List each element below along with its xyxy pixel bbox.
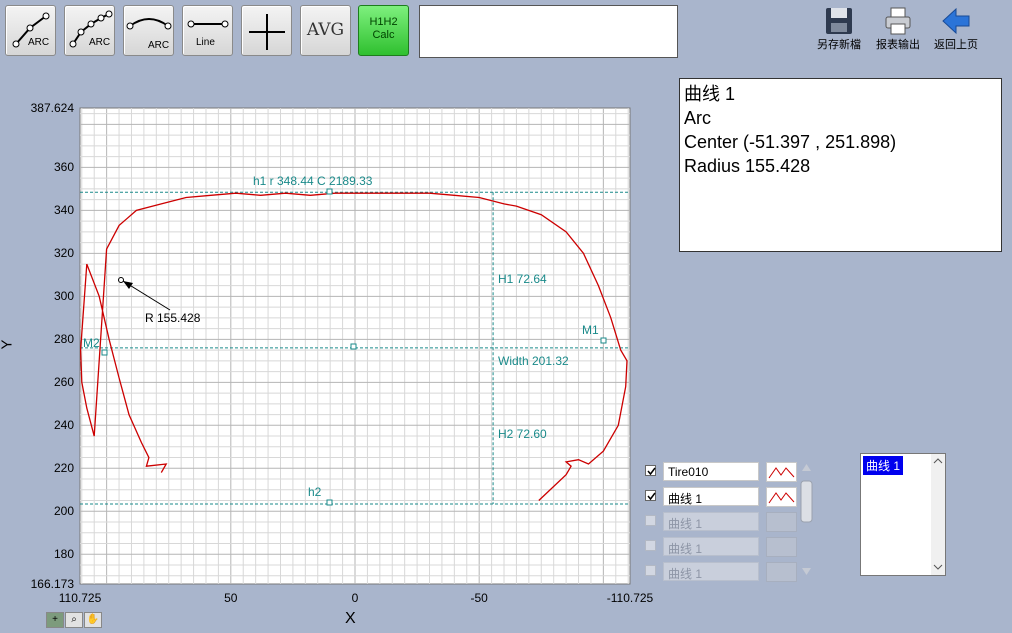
zoom-tool-icon[interactable]: ⌕ [65,612,83,628]
cursor-tool-icon[interactable]: + [46,612,64,628]
report-export-label: 报表输出 [876,39,920,51]
legend-name: 曲线 1 [663,512,759,531]
legend-scrollbar[interactable] [800,462,813,578]
legend-scrollbar-graphic [800,464,813,575]
legend-name: Tire010 [663,462,759,481]
h1-marker[interactable] [326,188,333,195]
h2-marker[interactable] [326,499,333,506]
listbox-scrollbar[interactable] [931,454,945,575]
back-label: 返回上页 [934,39,978,51]
legend-name: 曲线 1 [663,562,759,581]
curve-info-panel: 曲线 1 Arc Center (-51.397 , 251.898) Radi… [679,78,1002,252]
curve-listbox[interactable]: 曲线 1 [860,453,946,576]
graph-palette: + ⌕ ✋ [46,611,103,628]
info-radius: Radius 155.428 [684,156,811,176]
legend-checkbox[interactable] [645,515,656,526]
legend-plot-swatch[interactable] [766,462,797,482]
legend-checkbox[interactable] [645,490,656,501]
list-item-selected[interactable]: 曲线 1 [863,456,904,475]
pan-tool-icon[interactable]: ✋ [84,612,102,628]
legend-plot-swatch[interactable] [766,487,797,507]
center-marker[interactable] [350,343,357,350]
info-curve-type: Arc [684,108,711,128]
legend-checkbox[interactable] [645,540,656,551]
legend-plot-swatch[interactable] [766,537,797,557]
radius-annotation: R 155.428 [145,311,201,325]
plot-area[interactable]: h1 r 348.44 C 2189.33 h2 H1 72.64 H2 72.… [0,0,640,600]
legend-checkbox[interactable] [645,465,656,476]
info-center: Center (-51.397 , 251.898) [684,132,897,152]
legend-plot-swatch[interactable] [766,562,797,582]
save-icon [826,8,852,34]
legend-name: 曲线 1 [663,487,759,506]
printer-icon [885,7,911,35]
legend-checkbox[interactable] [645,565,656,576]
M2-marker[interactable] [101,349,108,356]
back-arrow-icon [942,7,970,35]
save-new-label: 另存新檔 [817,39,861,51]
x-axis-title: X [345,610,356,627]
legend-plot-swatch[interactable] [766,512,797,532]
width-annotation: Width 201.32 [498,354,569,368]
h2-annotation: h2 [308,485,322,499]
save-new-button[interactable]: 另存新檔 [810,6,868,52]
M1-marker-label: M1 [582,323,599,337]
M2-marker-label: M2 [83,336,100,350]
info-curve-name: 曲线 1 [684,84,736,104]
H1-annotation: H1 72.64 [498,272,547,286]
back-button[interactable]: 返回上页 [928,6,984,52]
h1-annotation: h1 r 348.44 C 2189.33 [253,174,373,188]
M1-marker[interactable] [600,337,607,344]
legend-name: 曲线 1 [663,537,759,556]
report-export-button[interactable]: 报表输出 [870,6,926,52]
H2-annotation: H2 72.60 [498,427,547,441]
